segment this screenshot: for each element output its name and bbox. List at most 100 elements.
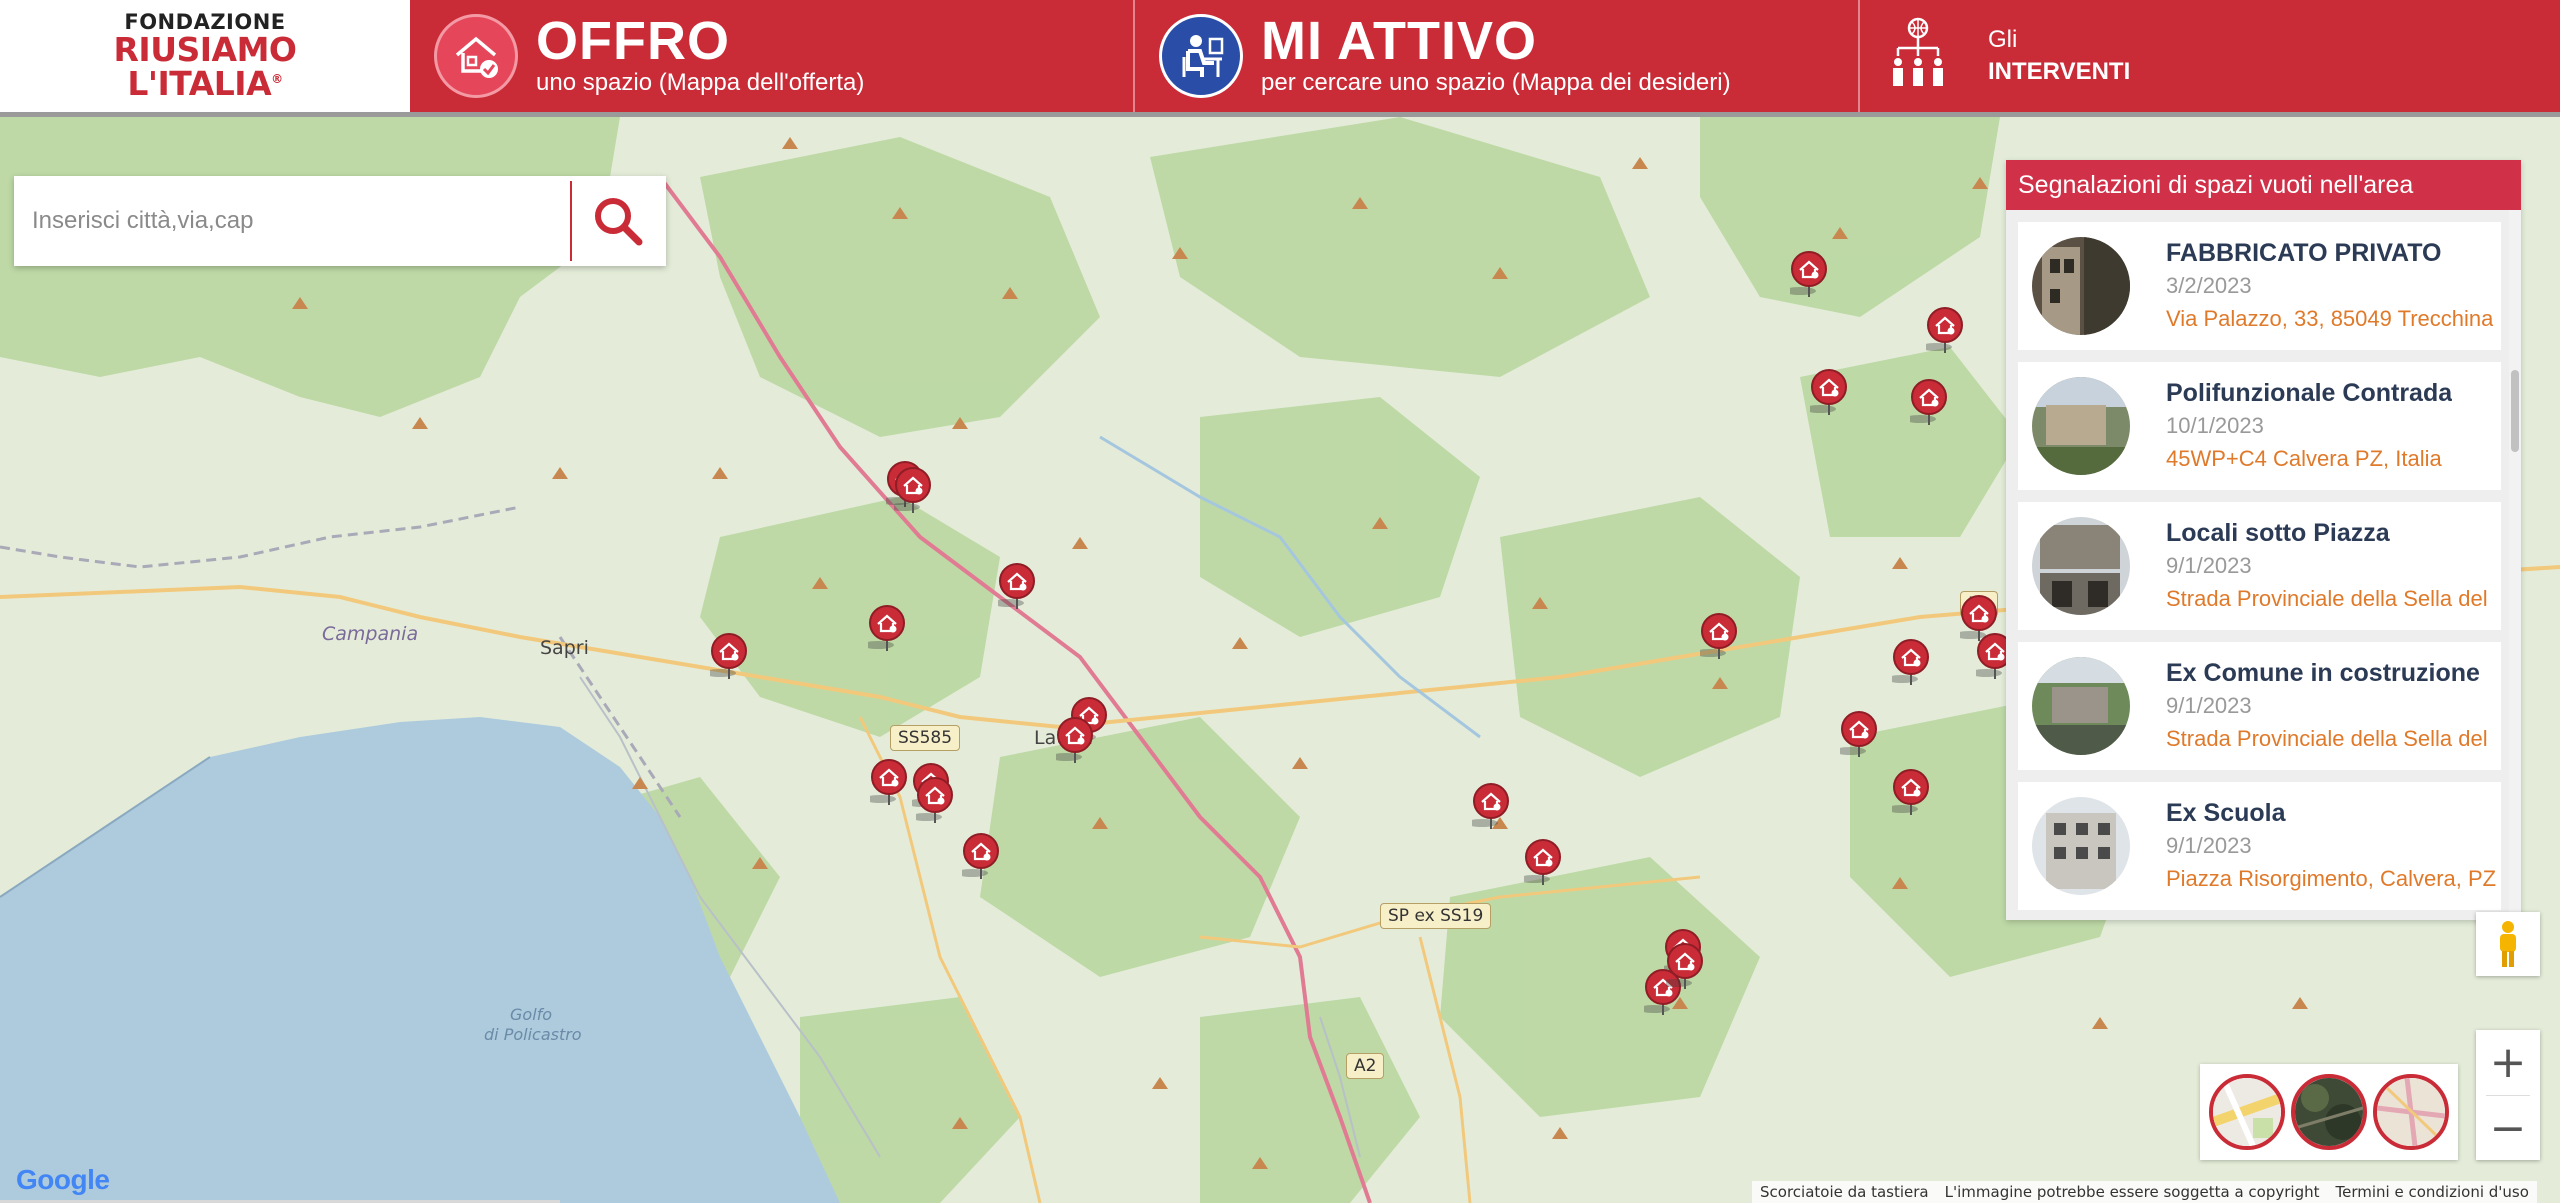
scrollbar-thumb[interactable] <box>2511 370 2519 452</box>
house-pin-icon <box>710 633 747 679</box>
map-type-satellite[interactable] <box>2291 1074 2367 1150</box>
zoom-in-button[interactable]: + <box>2476 1030 2540 1095</box>
house-pin-icon <box>1892 639 1929 685</box>
map-marker[interactable] <box>1472 783 1510 831</box>
copyright-notice: L'immagine potrebbe essere soggetta a co… <box>1944 1183 2320 1201</box>
nav-offro-title: OFFRO <box>536 11 730 71</box>
nav-mi-attivo-title: MI ATTIVO <box>1261 11 1537 71</box>
map-marker[interactable] <box>962 833 1000 881</box>
house-pin-icon <box>1910 379 1947 425</box>
sea-label-golfo: Golfo <box>510 1005 553 1024</box>
map-marker[interactable] <box>1524 839 1562 887</box>
map-marker[interactable] <box>998 563 1036 611</box>
map-type-switcher <box>2200 1064 2458 1160</box>
road-label-sp-ex-ss19: SP ex SS19 <box>1380 903 1492 929</box>
item-date: 9/1/2023 <box>2166 833 2252 858</box>
nav-mi-attivo[interactable]: MI ATTIVO per cercare uno spazio (Mappa … <box>1135 0 1860 112</box>
house-pin-icon <box>1666 943 1703 989</box>
list-item[interactable]: Ex Scuola 9/1/2023 Piazza Risorgimento, … <box>2018 782 2501 910</box>
item-address: Via Palazzo, 33, 85049 Trecchina <box>2166 306 2494 331</box>
road-label-a2: A2 <box>1346 1053 1385 1079</box>
map-marker[interactable] <box>1892 769 1930 817</box>
zoom-out-button[interactable]: − <box>2476 1096 2540 1161</box>
panel-scrollbar[interactable] <box>2509 210 2521 920</box>
search-input[interactable] <box>14 181 572 261</box>
house-pin-icon <box>1840 711 1877 757</box>
map-marker[interactable] <box>710 633 748 681</box>
map-marker[interactable] <box>916 777 954 825</box>
house-pin-icon <box>1926 307 1963 353</box>
logo-line2: RIUSIAMO <box>113 29 297 69</box>
map-type-roadmap[interactable] <box>2209 1074 2285 1150</box>
house-pin-icon <box>894 467 931 513</box>
item-title: Polifunzionale Contrada <box>2166 379 2453 407</box>
logo-line3: L'ITALIA® <box>127 63 283 103</box>
thumbnail <box>2032 517 2130 615</box>
map-marker[interactable] <box>1810 369 1848 417</box>
item-date: 10/1/2023 <box>2166 413 2264 438</box>
terms-link[interactable]: Termini e condizioni d'uso <box>2328 1181 2537 1203</box>
map-type-terrain[interactable] <box>2373 1074 2449 1150</box>
map-attribution: Scorciatoie da tastiera L'immagine potre… <box>1752 1181 2537 1203</box>
logo[interactable]: FONDAZIONE RIUSIAMO L'ITALIA® <box>0 0 410 112</box>
top-navigation: FONDAZIONE RIUSIAMO L'ITALIA® OFFRO uno … <box>0 0 2560 112</box>
house-pin-icon <box>916 777 953 823</box>
item-title: Ex Comune in costruzione <box>2166 659 2480 687</box>
map-marker[interactable] <box>1910 379 1948 427</box>
house-pin-icon <box>1790 251 1827 297</box>
search-button[interactable] <box>572 181 664 261</box>
map-marker[interactable] <box>870 759 908 807</box>
house-pin-icon <box>1892 769 1929 815</box>
house-pin-icon <box>1700 613 1737 659</box>
item-title: FABBRICATO PRIVATO <box>2166 239 2442 267</box>
list-item[interactable]: Ex Comune in costruzione 9/1/2023 Strada… <box>2018 642 2501 770</box>
map-marker[interactable] <box>894 467 932 515</box>
road-label-ss585: SS585 <box>890 725 961 751</box>
roadmap-icon <box>2213 1078 2281 1146</box>
house-pin-icon <box>1056 717 1093 763</box>
search-box <box>14 176 666 266</box>
item-date: 3/2/2023 <box>2166 273 2252 298</box>
house-pin-icon <box>1524 839 1561 885</box>
house-pin-icon <box>962 833 999 879</box>
thumbnail <box>2032 797 2130 895</box>
item-date: 9/1/2023 <box>2166 693 2252 718</box>
map-marker[interactable] <box>1056 717 1094 765</box>
list-item[interactable]: Polifunzionale Contrada 10/1/2023 45WP+C… <box>2018 362 2501 490</box>
house-pin-icon <box>1810 369 1847 415</box>
item-title: Locali sotto Piazza <box>2166 519 2390 547</box>
nav-offro[interactable]: OFFRO uno spazio (Mappa dell'offerta) <box>410 0 1135 112</box>
item-address: 45WP+C4 Calvera PZ, Italia <box>2166 446 2442 471</box>
item-address: Piazza Risorgimento, Calvera, PZ <box>2166 866 2497 891</box>
region-label-campania: Campania <box>322 623 419 645</box>
satellite-icon <box>2295 1078 2363 1146</box>
people-network-icon <box>1888 16 1948 96</box>
house-check-icon <box>434 14 518 98</box>
map-marker[interactable] <box>1666 943 1704 991</box>
map-marker[interactable] <box>1790 251 1828 299</box>
thumbnail <box>2032 657 2130 755</box>
person-desk-icon <box>1159 14 1243 98</box>
spaces-panel: Segnalazioni di spazi vuoti nell'area FA… <box>2006 160 2521 920</box>
house-pin-icon <box>1472 783 1509 829</box>
pegman-icon <box>2500 921 2516 967</box>
nav-interventi-small: Gli <box>1988 26 2018 53</box>
street-view-pegman[interactable] <box>2476 912 2540 976</box>
list-item[interactable]: Locali sotto Piazza 9/1/2023 Strada Prov… <box>2018 502 2501 630</box>
house-pin-icon <box>870 759 907 805</box>
google-logo-text: Google <box>16 1164 110 1195</box>
map-marker[interactable] <box>868 605 906 653</box>
map-marker[interactable] <box>1892 639 1930 687</box>
nav-mi-attivo-subtitle: per cercare uno spazio (Mappa dei deside… <box>1261 69 1731 96</box>
house-pin-icon <box>868 605 905 651</box>
spaces-list[interactable]: FABBRICATO PRIVATO 3/2/2023 Via Palazzo,… <box>2006 210 2509 920</box>
item-date: 9/1/2023 <box>2166 553 2252 578</box>
map-marker[interactable] <box>1700 613 1738 661</box>
nav-interventi[interactable]: Gli INTERVENTI <box>1860 0 2560 112</box>
keyboard-shortcuts-link[interactable]: Scorciatoie da tastiera <box>1752 1181 1937 1203</box>
nav-offro-subtitle: uno spazio (Mappa dell'offerta) <box>536 69 865 96</box>
map-marker[interactable] <box>1840 711 1878 759</box>
map-marker[interactable] <box>1926 307 1964 355</box>
thumbnail <box>2032 237 2130 335</box>
list-item[interactable]: FABBRICATO PRIVATO 3/2/2023 Via Palazzo,… <box>2018 222 2501 350</box>
